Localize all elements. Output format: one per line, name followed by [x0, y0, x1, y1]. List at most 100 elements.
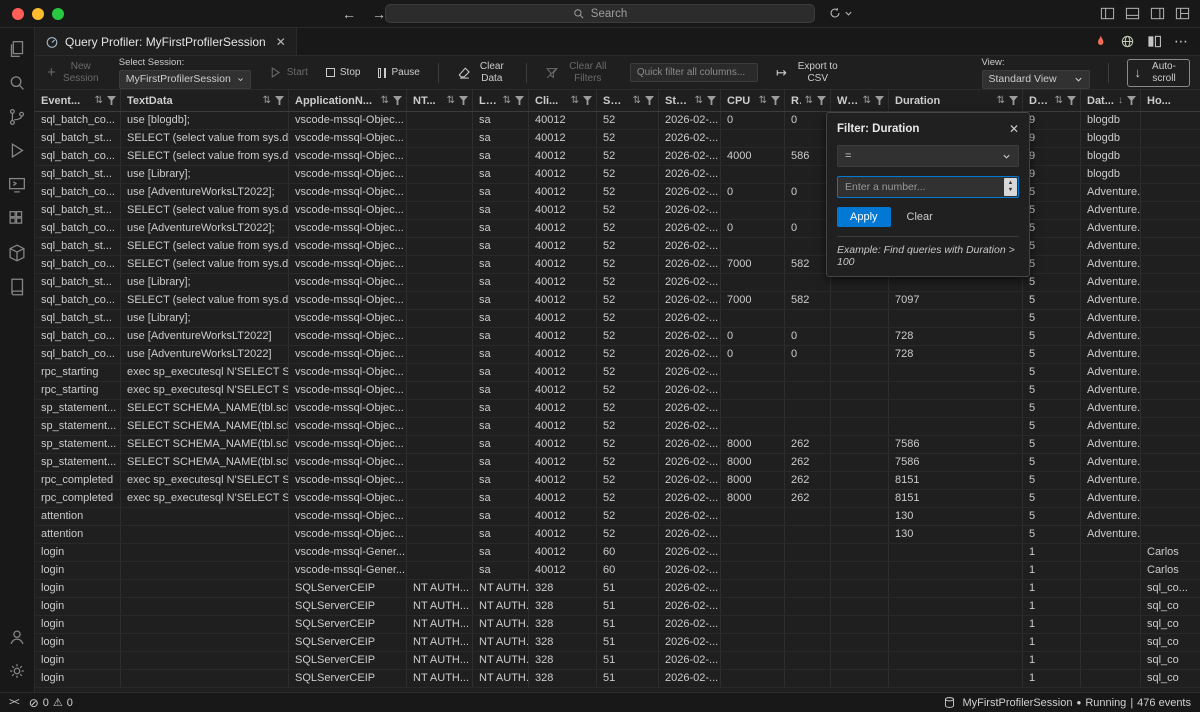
sort-icon[interactable]: ⇅ [759, 95, 767, 106]
table-row[interactable]: rpc_completedexec sp_executesql N'SELECT… [35, 472, 1200, 490]
sort-icon[interactable]: ⇅ [633, 95, 641, 106]
toggle-panel-icon[interactable] [1125, 6, 1140, 21]
column-header-cli[interactable]: Cli...⇅ [529, 90, 597, 111]
flame-icon[interactable] [1093, 34, 1108, 49]
sort-icon[interactable]: ⇅ [997, 95, 1005, 106]
tab-query-profiler[interactable]: Query Profiler: MyFirstProfilerSession ✕ [35, 28, 297, 55]
clear-button[interactable]: Clear [901, 207, 939, 227]
auto-scroll-button[interactable]: ↓ Auto-scroll [1127, 59, 1191, 87]
table-row[interactable]: sp_statement...SELECT SCHEMA_NAME(tbl.sc… [35, 454, 1200, 472]
filter-icon[interactable] [1127, 96, 1136, 105]
quick-filter-input[interactable] [630, 63, 758, 82]
globe-icon[interactable] [1120, 34, 1135, 49]
view-select[interactable]: Standard View [982, 70, 1090, 89]
run-debug-icon[interactable] [0, 134, 34, 168]
table-row[interactable]: loginSQLServerCEIPNT AUTH...NT AUTH...32… [35, 598, 1200, 616]
table-row[interactable]: attentionvscode-mssql-Objec...sa40012522… [35, 526, 1200, 544]
filter-icon[interactable] [275, 96, 284, 105]
table-row[interactable]: sp_statement...SELECT SCHEMA_NAME(tbl.sc… [35, 400, 1200, 418]
zoom-window-button[interactable] [52, 8, 64, 20]
table-row[interactable]: sp_statement...SELECT SCHEMA_NAME(tbl.sc… [35, 418, 1200, 436]
filter-icon[interactable] [107, 96, 116, 105]
sort-icon[interactable]: ⇅ [503, 95, 511, 106]
customize-layout-icon[interactable] [1175, 6, 1190, 21]
explorer-icon[interactable] [0, 32, 34, 66]
pause-button[interactable]: Pause [378, 67, 419, 78]
table-row[interactable]: loginSQLServerCEIPNT AUTH...NT AUTH...32… [35, 580, 1200, 598]
more-actions-icon[interactable]: ⋯ [1174, 33, 1188, 50]
table-row[interactable]: loginSQLServerCEIPNT AUTH...NT AUTH...32… [35, 634, 1200, 652]
settings-gear-icon[interactable] [0, 654, 34, 688]
column-header-dat[interactable]: Dat...↓ [1081, 90, 1141, 111]
column-header-spid[interactable]: SPID⇅ [597, 90, 659, 111]
close-icon[interactable]: ✕ [276, 35, 286, 49]
history-back-button[interactable]: ← [342, 6, 356, 22]
table-row[interactable]: loginvscode-mssql-Gener...sa40012602026-… [35, 562, 1200, 580]
start-button[interactable]: Start [269, 66, 308, 79]
table-row[interactable]: sql_batch_co...use [AdventureWorksLT2022… [35, 328, 1200, 346]
filter-icon[interactable] [515, 96, 524, 105]
number-stepper[interactable]: ▲▼ [1004, 178, 1017, 196]
column-header-sta[interactable]: Sta...⇅ [659, 90, 721, 111]
sort-icon[interactable]: ⇅ [863, 95, 871, 106]
filter-icon[interactable] [645, 96, 654, 105]
session-status[interactable]: MyFirstProfilerSession ● Running | 476 e… [962, 697, 1191, 709]
clear-data-button[interactable]: Clear Data [457, 61, 508, 83]
table-row[interactable]: loginSQLServerCEIPNT AUTH...NT AUTH...32… [35, 616, 1200, 634]
package-icon[interactable] [0, 236, 34, 270]
table-row[interactable]: rpc_completedexec sp_executesql N'SELECT… [35, 490, 1200, 508]
stop-button[interactable]: Stop [326, 67, 361, 78]
problems-indicator[interactable]: ⊘ 0 ⚠ 0 [29, 696, 73, 710]
sort-icon[interactable]: ⇅ [1055, 95, 1063, 106]
extensions-icon[interactable] [0, 202, 34, 236]
table-row[interactable]: sql_batch_st...use [Library];vscode-mssq… [35, 310, 1200, 328]
session-select[interactable]: MyFirstProfilerSession [119, 70, 251, 89]
sync-dropdown[interactable] [828, 6, 853, 20]
filter-icon[interactable] [583, 96, 592, 105]
table-row[interactable]: sp_statement...SELECT SCHEMA_NAME(tbl.sc… [35, 436, 1200, 454]
filter-icon[interactable] [707, 96, 716, 105]
table-row[interactable]: attentionvscode-mssql-Objec...sa40012522… [35, 508, 1200, 526]
filter-icon[interactable] [817, 96, 826, 105]
filter-value-input[interactable] [838, 181, 1004, 193]
column-header-duration[interactable]: Duration⇅ [889, 90, 1023, 111]
command-center-search[interactable]: Search [385, 4, 815, 23]
column-header-nt[interactable]: NT...⇅ [407, 90, 473, 111]
split-editor-icon[interactable] [1147, 34, 1162, 49]
table-row[interactable]: rpc_startingexec sp_executesql N'SELECT … [35, 382, 1200, 400]
filter-icon[interactable] [875, 96, 884, 105]
source-control-icon[interactable] [0, 100, 34, 134]
filter-icon[interactable] [393, 96, 402, 105]
sort-icon[interactable]: ⇅ [695, 95, 703, 106]
sort-icon[interactable]: ⇅ [381, 95, 389, 106]
sort-icon[interactable]: ⇅ [95, 95, 103, 106]
sort-icon[interactable]: ⇅ [263, 95, 271, 106]
filter-icon[interactable] [771, 96, 780, 105]
column-header-lo[interactable]: Lo...⇅ [473, 90, 529, 111]
operator-select[interactable]: = [837, 145, 1019, 167]
search-sidebar-icon[interactable] [0, 66, 34, 100]
filter-icon[interactable] [459, 96, 468, 105]
table-row[interactable]: loginSQLServerCEIPNT AUTH...NT AUTH...32… [35, 670, 1200, 688]
history-forward-button[interactable]: → [372, 6, 386, 22]
new-session-button[interactable]: + New Session [47, 61, 101, 83]
table-row[interactable]: loginvscode-mssql-Gener...sa40012602026-… [35, 544, 1200, 562]
column-header-applicationn[interactable]: ApplicationN...⇅ [289, 90, 407, 111]
toggle-sidebar-left-icon[interactable] [1100, 6, 1115, 21]
column-header-ho[interactable]: Ho... [1141, 90, 1200, 111]
table-row[interactable]: loginSQLServerCEIPNT AUTH...NT AUTH...32… [35, 652, 1200, 670]
stepper-up-icon[interactable]: ▲ [1008, 180, 1013, 187]
close-icon[interactable]: ✕ [1009, 122, 1019, 136]
remote-indicator[interactable]: >< [9, 697, 19, 708]
column-header-re[interactable]: Re...⇅ [785, 90, 831, 111]
column-header-dat[interactable]: Dat...⇅ [1023, 90, 1081, 111]
table-row[interactable]: rpc_startingexec sp_executesql N'SELECT … [35, 364, 1200, 382]
sort-icon[interactable]: ↓ [1118, 95, 1123, 106]
column-header-textdata[interactable]: TextData⇅ [121, 90, 289, 111]
table-row[interactable]: sql_batch_co...use [AdventureWorksLT2022… [35, 346, 1200, 364]
close-window-button[interactable] [12, 8, 24, 20]
apply-button[interactable]: Apply [837, 207, 891, 227]
column-header-wri[interactable]: Wri...⇅ [831, 90, 889, 111]
export-csv-button[interactable]: ↦ Export to CSV [776, 61, 844, 83]
minimize-window-button[interactable] [32, 8, 44, 20]
